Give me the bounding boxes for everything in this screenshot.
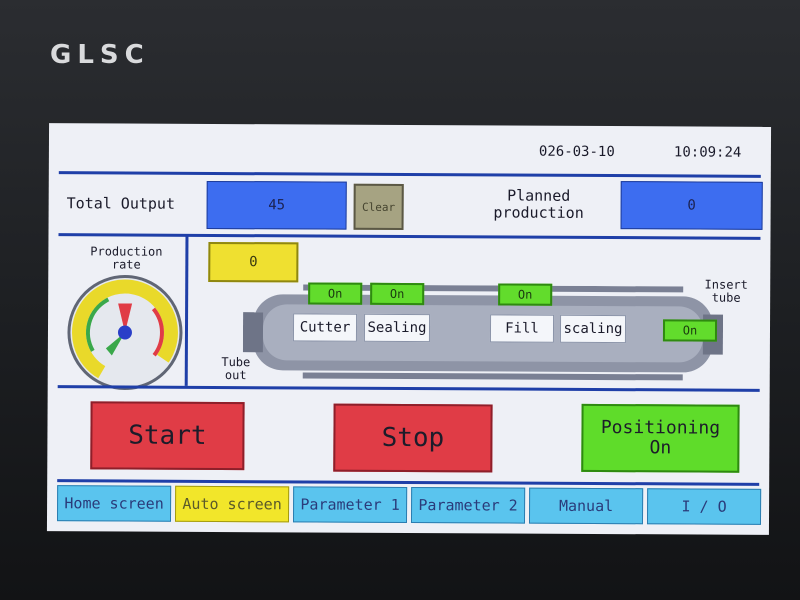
production-rate-label: Production rate [90,244,163,272]
nav-io[interactable]: I / O [646,488,762,525]
positioning-button[interactable]: Positioning On [581,403,740,473]
planned-production-value: 0 [620,181,763,230]
divider-top [58,171,761,178]
clear-button[interactable]: Clear [353,183,404,230]
nav-auto-screen[interactable]: Auto screen [174,485,290,523]
nav-manual[interactable]: Manual [528,487,644,525]
total-output-label: Total Output [66,194,176,213]
scaling-label: scaling [559,314,627,344]
total-output-value: 45 [206,180,347,230]
fill-label: Fill [489,314,555,343]
cutter-status-tag: On [308,282,363,305]
time-display: 10:09:24 [673,144,742,161]
sealing-label: Sealing [363,313,431,343]
hmi-screen: 026-03-10 10:09:24 Total Output 45 Clear… [46,123,772,535]
divider-mid [58,233,761,240]
brand-logo: GLSC [50,40,150,70]
positioning-label: Positioning [600,417,721,439]
tube-out-label: Tube out [221,355,251,383]
start-button[interactable]: Start [90,401,245,471]
rate-counter: 0 [208,241,299,283]
nav-parameter-2[interactable]: Parameter 2 [410,487,526,524]
positioning-state: On [649,437,672,459]
fill-status-tag: On [498,283,553,306]
divider-vertical [184,235,189,386]
production-rate-gauge [67,275,183,391]
insert-tube-label: Insert tube [704,277,748,305]
cutter-label: Cutter [292,313,358,342]
nav-home-screen[interactable]: Home screen [56,485,172,522]
stop-button[interactable]: Stop [333,403,493,473]
nav-parameter-1[interactable]: Parameter 1 [292,486,408,523]
planned-production-label: Planned production [493,186,584,222]
sealing-status-tag: On [370,282,425,306]
insert-tube-status-tag: On [662,319,718,342]
date-display: 026-03-10 [538,143,615,161]
